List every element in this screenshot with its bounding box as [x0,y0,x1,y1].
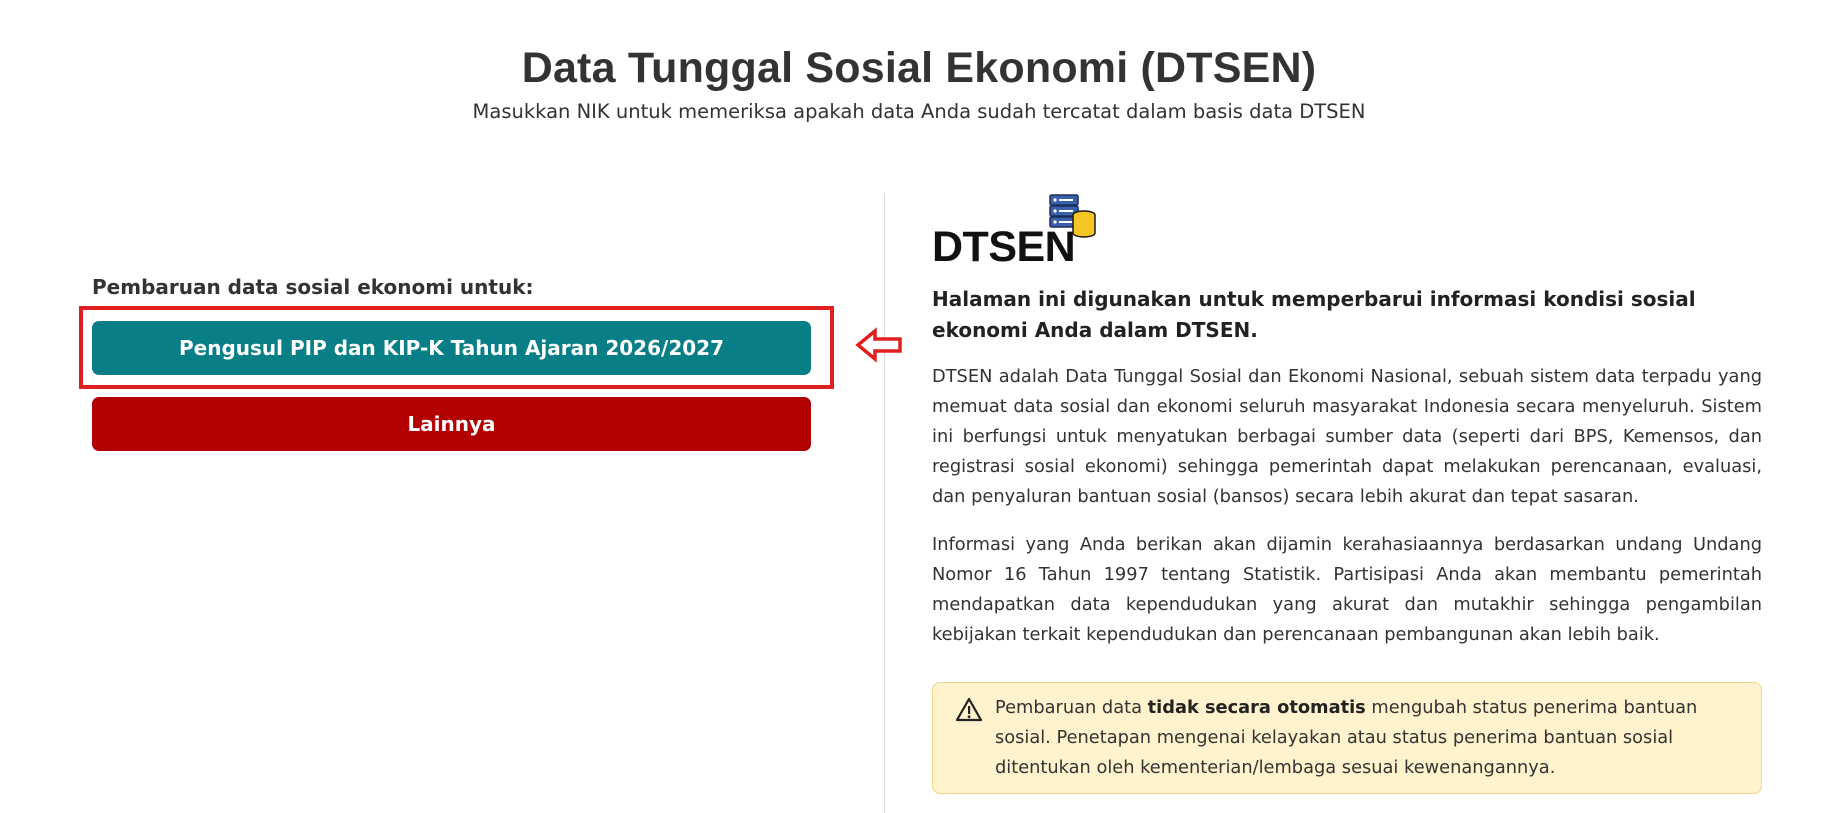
alert-prefix: Pembaruan data [995,697,1148,718]
database-server-icon [1049,194,1096,238]
update-heading: Pembaruan data sosial ekonomi untuk: [92,275,534,299]
page-subtitle: Masukkan NIK untuk memeriksa apakah data… [472,100,1366,123]
warning-alert: Pembaruan data tidak secara otomatis men… [932,682,1762,794]
info-column: Halaman ini digunakan untuk memperbarui … [932,284,1762,668]
privacy-paragraph: Informasi yang Anda berikan akan dijamin… [932,534,1762,645]
dtsen-logo: DTSEN [932,193,1102,273]
other-button[interactable]: Lainnya [92,397,811,451]
page-title: Data Tunggal Sosial Ekonomi (DTSEN) [521,44,1317,92]
column-divider [884,193,885,813]
alert-message: Pembaruan data tidak secara otomatis men… [995,693,1741,783]
pip-kipk-button[interactable]: Pengusul PIP dan KIP-K Tahun Ajaran 2026… [92,321,811,375]
pointer-arrow-icon [855,327,902,363]
description-paragraph: DTSEN adalah Data Tunggal Sosial dan Eko… [932,366,1762,507]
alert-bold: tidak secara otomatis [1147,697,1366,718]
warning-icon [955,697,983,722]
intro-text: Halaman ini digunakan untuk memperbarui … [932,287,1696,342]
page: Data Tunggal Sosial Ekonomi (DTSEN) Masu… [0,0,1838,813]
